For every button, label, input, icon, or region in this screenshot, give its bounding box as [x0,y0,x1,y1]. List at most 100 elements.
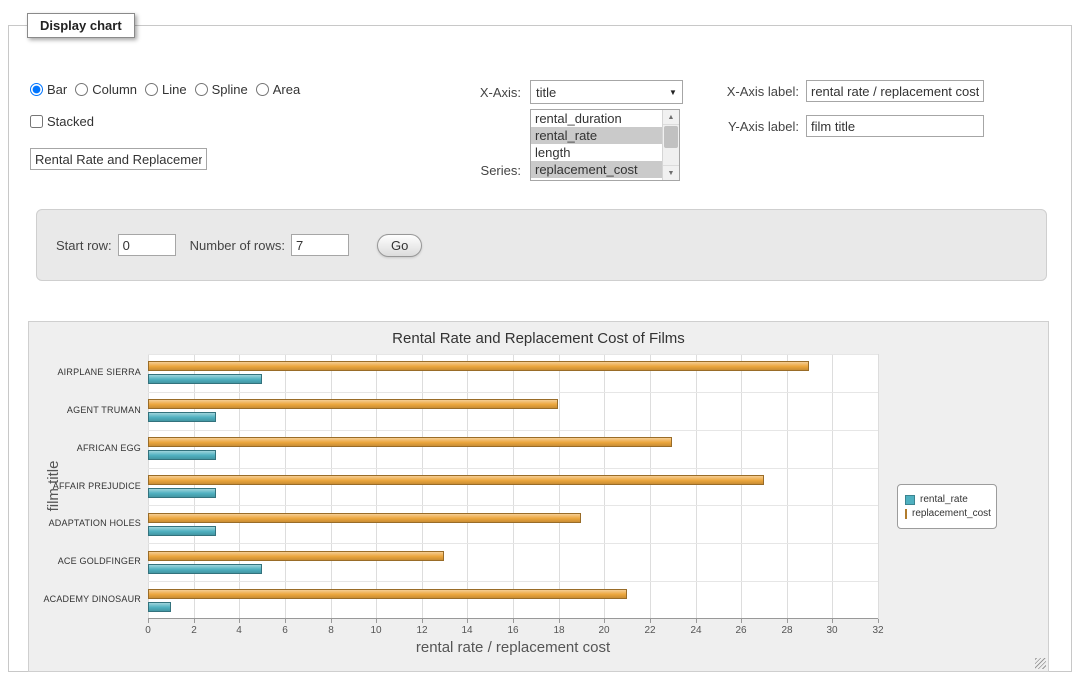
chart-type-options: Bar Column Line Spline Area [30,82,308,97]
x-tick-label: 28 [772,625,802,636]
display-chart-fieldset: Display chart Bar Column Line Spline Area St… [8,13,1072,672]
bar-rental_rate[interactable] [148,374,262,384]
x-tick-label: 30 [817,625,847,636]
x-axis-select-label: X-Axis: [409,85,521,101]
category-label: ACADEMY DINOSAUR [29,594,141,604]
bar-rental_rate[interactable] [148,564,262,574]
x-axis-tick [148,619,149,623]
x-axis-line [148,618,878,619]
chart-type-option-label: Line [162,82,187,97]
category-grid-line [148,543,878,544]
bar-replacement_cost[interactable] [148,513,581,523]
x-axis-tick [467,619,468,623]
go-button[interactable]: Go [377,234,422,257]
bar-replacement_cost[interactable] [148,361,809,371]
y-axis-label-input[interactable] [806,115,984,137]
x-axis-tick [604,619,605,623]
x-tick-label: 12 [407,625,437,636]
legend-item-replacement_cost[interactable]: replacement_cost [905,508,989,519]
x-tick-label: 20 [589,625,619,636]
chart-type-radio-line[interactable] [145,83,158,96]
stacked-option[interactable]: Stacked [30,114,94,129]
start-row-input[interactable] [118,234,176,256]
legend-item-rental_rate[interactable]: rental_rate [905,494,989,505]
chart-type-option-line[interactable]: Line [145,82,187,97]
chart-type-option-column[interactable]: Column [75,82,137,97]
x-axis-tick [331,619,332,623]
x-axis-tick [559,619,560,623]
x-axis-tick [741,619,742,623]
x-axis-label-input[interactable] [806,80,984,102]
x-axis-select[interactable]: title ▼ [530,80,683,104]
chart-type-option-bar[interactable]: Bar [30,82,67,97]
chart-panel: Rental Rate and Replacement Cost of Film… [28,321,1049,672]
x-tick-label: 26 [726,625,756,636]
category-label: ACE GOLDFINGER [29,556,141,566]
stacked-checkbox[interactable] [30,115,43,128]
chart-title-input[interactable] [30,148,207,170]
series-option-replacement_cost[interactable]: replacement_cost [531,161,662,178]
chart-type-option-area[interactable]: Area [256,82,300,97]
series-scrollbar[interactable]: ▲ ▼ [662,110,679,180]
x-axis-tick [194,619,195,623]
x-tick-label: 4 [224,625,254,636]
series-listbox[interactable]: rental_durationrental_ratelengthreplacem… [530,109,680,181]
grid-line [376,354,377,619]
chart-legend: rental_rate replacement_cost [897,484,997,529]
bar-rental_rate[interactable] [148,412,216,422]
x-tick-label: 8 [316,625,346,636]
x-tick-label: 0 [133,625,163,636]
chart-type-option-spline[interactable]: Spline [195,82,248,97]
scrollbar-thumb[interactable] [664,126,678,148]
x-axis-tick [239,619,240,623]
number-of-rows-input[interactable] [291,234,349,256]
grid-line [696,354,697,619]
chart-type-radio-bar[interactable] [30,83,43,96]
grid-line [513,354,514,619]
bar-rental_rate[interactable] [148,450,216,460]
series-label: Series: [409,163,521,179]
scroll-down-icon[interactable]: ▼ [663,165,679,180]
bar-replacement_cost[interactable] [148,589,627,599]
legend-swatch-icon [905,495,915,505]
plot-area [148,354,878,619]
x-axis-selected-value: title [531,85,664,100]
legend-label: replacement_cost [912,508,991,519]
grid-line [787,354,788,619]
scroll-up-icon[interactable]: ▲ [663,110,679,125]
y-axis-label-label: Y-Axis label: [695,119,799,135]
x-axis-tick [696,619,697,623]
category-label: ADAPTATION HOLES [29,518,141,528]
bar-replacement_cost[interactable] [148,551,444,561]
chart-type-radio-area[interactable] [256,83,269,96]
bar-rental_rate[interactable] [148,488,216,498]
x-axis-tick [878,619,879,623]
chart-type-option-label: Column [92,82,137,97]
x-axis-label-label: X-Axis label: [695,84,799,100]
grid-line [331,354,332,619]
x-axis-tick [787,619,788,623]
series-option-rental_duration[interactable]: rental_duration [531,110,662,127]
series-listbox-options: rental_durationrental_ratelengthreplacem… [531,110,662,180]
chart-type-radio-spline[interactable] [195,83,208,96]
bar-replacement_cost[interactable] [148,475,764,485]
chart-type-option-label: Bar [47,82,67,97]
resize-handle-icon[interactable] [1035,658,1046,669]
x-tick-label: 24 [681,625,711,636]
bar-rental_rate[interactable] [148,526,216,536]
stacked-label: Stacked [47,114,94,129]
legend-swatch-icon [905,509,907,519]
series-option-length[interactable]: length [531,144,662,161]
x-axis-tick [832,619,833,623]
x-axis-tick [513,619,514,623]
bar-replacement_cost[interactable] [148,437,672,447]
bar-replacement_cost[interactable] [148,399,558,409]
category-grid-line [148,392,878,393]
chart-type-radio-column[interactable] [75,83,88,96]
x-tick-label: 10 [361,625,391,636]
panel-legend: Display chart [27,13,135,38]
bar-rental_rate[interactable] [148,602,171,612]
x-axis-tick [376,619,377,623]
grid-line [878,354,879,619]
series-option-rental_rate[interactable]: rental_rate [531,127,662,144]
